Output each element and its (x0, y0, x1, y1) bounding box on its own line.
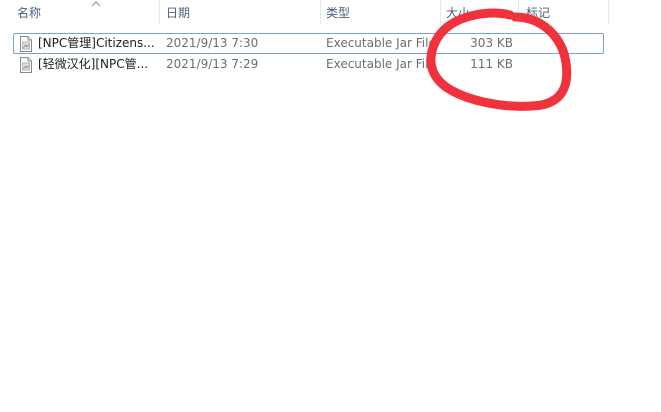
column-header-date-label: 日期 (166, 6, 191, 20)
column-header-name[interactable]: 名称 (11, 0, 159, 25)
jar-file-icon (20, 36, 32, 52)
file-explorer-details-view: 名称 日期 类型 大小 标记 [NPC管理]Citizens... 2021/9… (0, 0, 661, 412)
column-divider[interactable] (608, 0, 609, 25)
column-header-name-label: 名称 (17, 6, 42, 20)
red-circle-annotation (426, 8, 572, 111)
file-name: [NPC管理]Citizens... (38, 36, 155, 50)
column-header-date[interactable]: 日期 (160, 0, 320, 25)
jar-file-icon (20, 57, 32, 73)
file-date: 2021/9/13 7:30 (166, 36, 259, 50)
file-name: [轻微汉化][NPC管... (38, 57, 149, 71)
column-header-type-label: 类型 (326, 6, 351, 20)
file-date: 2021/9/13 7:29 (166, 57, 259, 71)
sort-ascending-icon (91, 1, 101, 7)
